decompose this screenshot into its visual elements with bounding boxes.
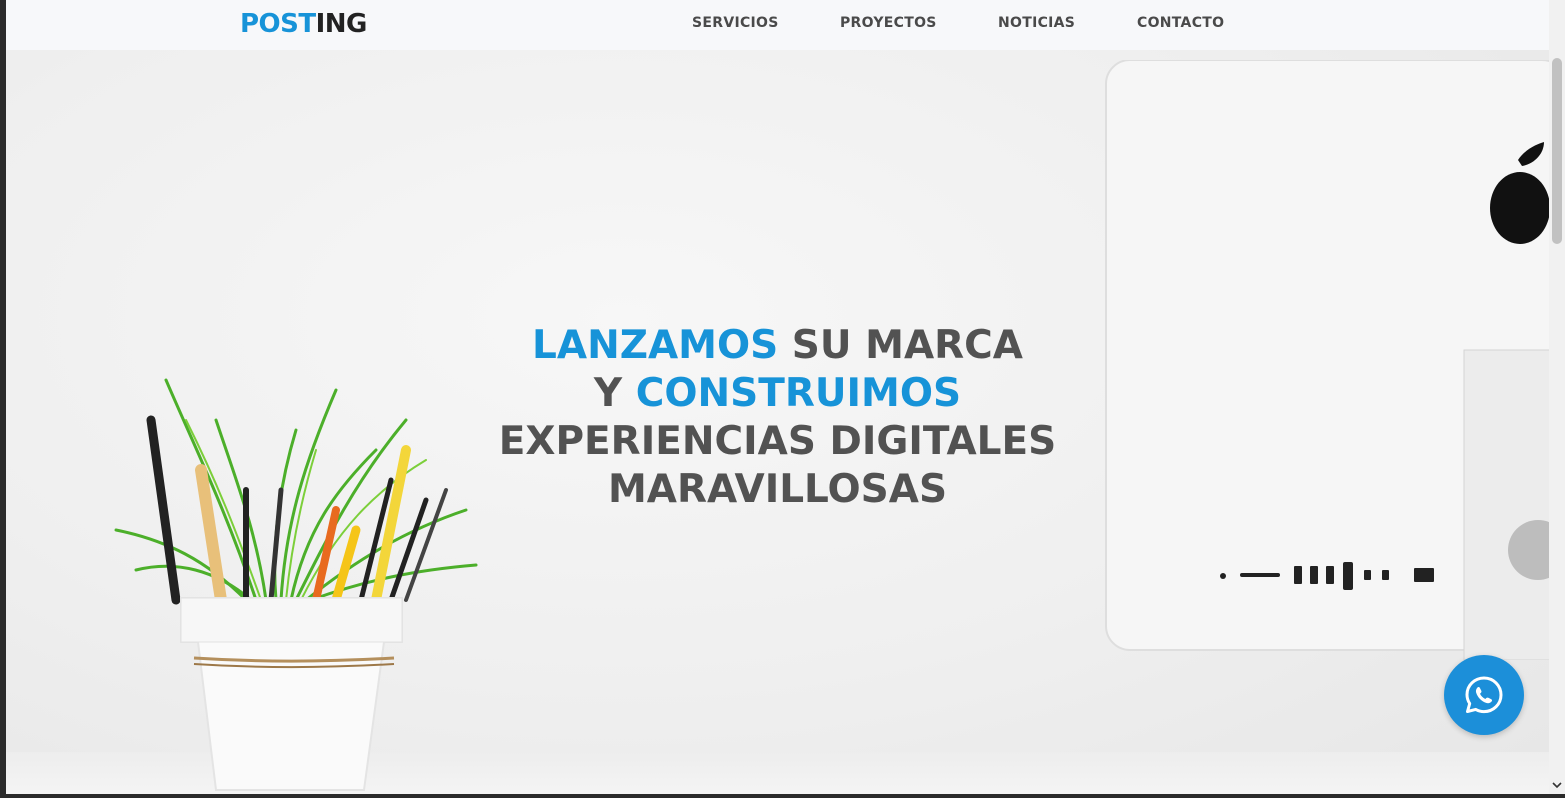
- hero-line-1: LANZAMOS SU MARCA: [456, 322, 1099, 370]
- hero-text-su-marca: SU MARCA: [778, 323, 1023, 368]
- whatsapp-button[interactable]: [1444, 655, 1524, 735]
- chevron-down-icon[interactable]: [1552, 780, 1562, 790]
- hero-accent-construimos: CONSTRUIMOS: [635, 371, 962, 416]
- logo-part-dark: ING: [315, 9, 368, 39]
- hero-line-2: Y CONSTRUIMOS: [456, 370, 1099, 418]
- hero-text-y: Y: [593, 371, 636, 416]
- hero-line-4: MARAVILLOSAS: [607, 467, 948, 512]
- page-viewport: POSTING SERVICIOS PROYECTOS NOTICIAS CON…: [6, 0, 1549, 794]
- nav-proyectos[interactable]: PROYECTOS: [840, 15, 937, 31]
- nav-noticias[interactable]: NOTICIAS: [998, 15, 1075, 31]
- monitor-image: [1105, 60, 1549, 660]
- site-logo[interactable]: POSTING: [240, 8, 367, 40]
- plant-pot-image: [114, 378, 478, 791]
- hero-headline: LANZAMOS SU MARCA Y CONSTRUIMOS EXPERIEN…: [456, 322, 1099, 514]
- hero-accent-lanzamos: LANZAMOS: [532, 323, 779, 368]
- scrollbar-thumb[interactable]: [1552, 58, 1562, 244]
- page-scrollbar[interactable]: [1549, 0, 1565, 794]
- logo-part-blue: POST: [240, 9, 316, 39]
- whatsapp-icon: [1465, 676, 1503, 714]
- nav-contacto[interactable]: CONTACTO: [1137, 15, 1224, 31]
- window-frame-bottom: [0, 794, 1565, 798]
- site-header: POSTING SERVICIOS PROYECTOS NOTICIAS CON…: [6, 0, 1549, 50]
- nav-servicios[interactable]: SERVICIOS: [692, 15, 779, 31]
- hero-line-3: EXPERIENCIAS DIGITALES: [498, 419, 1057, 464]
